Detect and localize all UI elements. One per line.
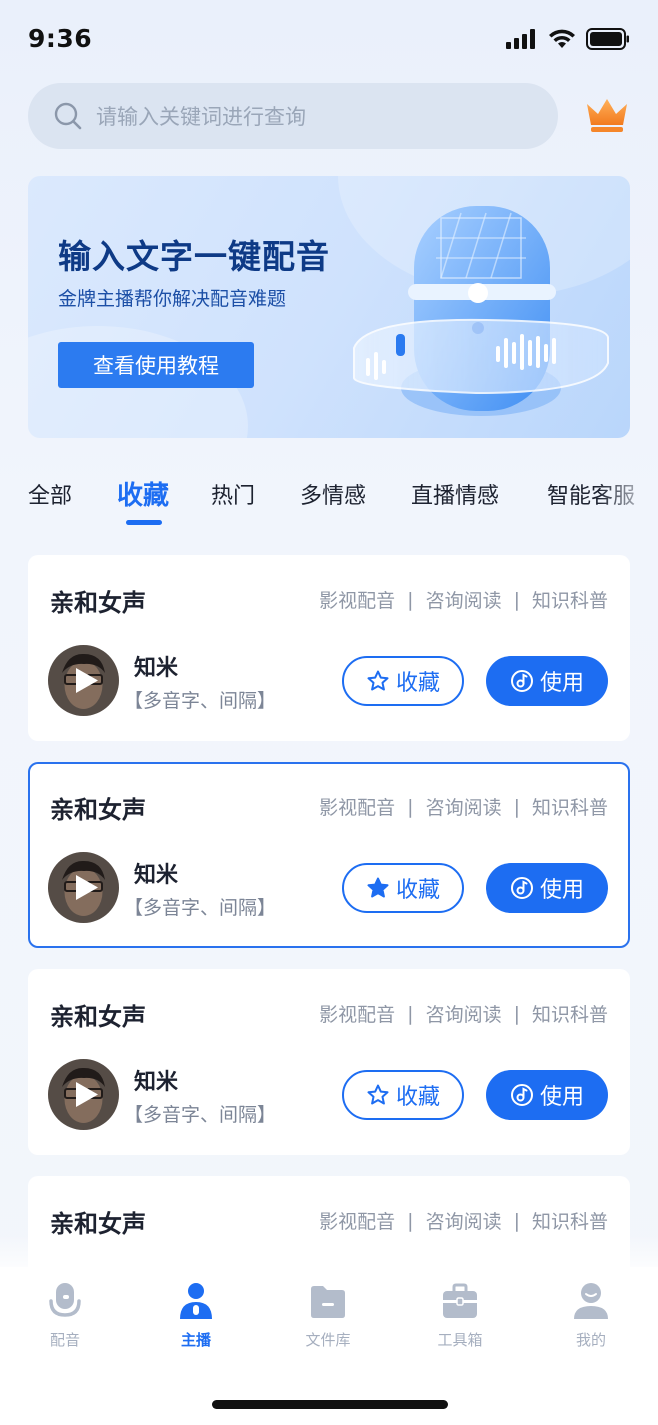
card-tag: 影视配音	[319, 1004, 396, 1026]
card-tags: 影视配音 | 咨询阅读 | 知识科普	[319, 793, 608, 820]
microphone-icon	[49, 1283, 81, 1317]
wifi-icon	[549, 29, 575, 48]
favorite-label: 收藏	[395, 671, 440, 696]
music-note-icon	[510, 877, 533, 899]
home-indicator[interactable]	[212, 1400, 448, 1409]
card-title: 亲和女声	[50, 796, 146, 824]
use-label: 使用	[539, 878, 584, 903]
signal-icon	[506, 29, 535, 49]
card-tag: 影视配音	[319, 797, 396, 819]
search-bar[interactable]: 请输入关键词进行查询	[28, 83, 558, 149]
music-note-icon	[510, 670, 533, 692]
nav-files[interactable]: 文件库	[278, 1281, 378, 1350]
status-time: 9:36	[28, 24, 93, 53]
voice-card-selected[interactable]: 亲和女声 影视配音 | 咨询阅读 | 知识科普 知米 【多音字、间隔】 收藏 使用	[28, 762, 630, 948]
tabs-fade	[598, 478, 658, 538]
toolbox-icon	[443, 1283, 477, 1318]
favorite-button[interactable]: 收藏	[342, 1070, 464, 1120]
nav-label: 文件库	[305, 1331, 351, 1349]
vip-crown-icon[interactable]	[584, 96, 630, 138]
favorite-label: 收藏	[395, 1085, 440, 1110]
tab-active-indicator	[126, 520, 162, 525]
use-button[interactable]: 使用	[486, 656, 608, 706]
card-tag: 知识科普	[531, 590, 608, 612]
category-tabs: 全部 收藏 热门 多情感 直播情感 智能客服	[0, 478, 658, 538]
nav-anchor[interactable]: 主播	[146, 1281, 246, 1350]
nav-profile[interactable]: 我的	[541, 1281, 641, 1350]
star-outline-icon	[367, 1084, 389, 1105]
favorite-button[interactable]: 收藏	[342, 863, 464, 913]
music-note-icon	[510, 1084, 533, 1106]
avatar-play-button[interactable]	[48, 645, 119, 716]
card-title: 亲和女声	[50, 1210, 146, 1238]
nav-label: 工具箱	[437, 1331, 483, 1349]
voice-name: 知米	[134, 1070, 179, 1095]
folder-icon	[311, 1286, 345, 1318]
voice-description: 【多音字、间隔】	[124, 690, 277, 712]
voice-name: 知米	[134, 863, 179, 888]
card-tag: 咨询阅读	[425, 590, 502, 612]
card-tag: 咨询阅读	[425, 797, 502, 819]
search-placeholder: 请输入关键词进行查询	[96, 105, 306, 129]
voice-name: 知米	[134, 656, 179, 681]
card-tags: 影视配音 | 咨询阅读 | 知识科普	[319, 1207, 608, 1234]
card-tag: 知识科普	[531, 797, 608, 819]
nav-label: 我的	[575, 1331, 606, 1349]
voice-card[interactable]: 亲和女声 影视配音 | 咨询阅读 | 知识科普 知米 【多音字、间隔】 收藏 使用	[28, 969, 630, 1155]
star-outline-icon	[367, 670, 389, 691]
search-icon	[54, 102, 82, 130]
use-label: 使用	[539, 1085, 584, 1110]
card-tag: 知识科普	[531, 1004, 608, 1026]
status-icons	[506, 28, 630, 50]
card-tag: 影视配音	[319, 590, 396, 612]
tab-all[interactable]: 全部	[28, 478, 72, 510]
card-tag: 影视配音	[319, 1211, 396, 1233]
person-icon	[180, 1283, 212, 1319]
tab-popular[interactable]: 热门	[211, 478, 255, 510]
voice-card[interactable]: 亲和女声 影视配音 | 咨询阅读 | 知识科普 知米 【多音字、间隔】 收藏 使用	[28, 555, 630, 741]
card-tag: 咨询阅读	[425, 1211, 502, 1233]
banner-subtitle: 金牌主播帮你解决配音难题	[58, 288, 287, 310]
use-button[interactable]: 使用	[486, 1070, 608, 1120]
banner-title: 输入文字一键配音	[58, 237, 330, 276]
use-button[interactable]: 使用	[486, 863, 608, 913]
card-tag: 咨询阅读	[425, 1004, 502, 1026]
tutorial-button[interactable]: 查看使用教程	[58, 342, 254, 388]
card-tags: 影视配音 | 咨询阅读 | 知识科普	[319, 586, 608, 613]
card-title: 亲和女声	[50, 1003, 146, 1031]
microphone-illustration-icon	[353, 206, 609, 416]
tab-favorites[interactable]: 收藏	[117, 478, 169, 512]
promo-banner[interactable]: 输入文字一键配音 金牌主播帮你解决配音难题 查看使用教程	[28, 176, 630, 438]
use-label: 使用	[539, 671, 584, 696]
card-title: 亲和女声	[50, 589, 146, 617]
favorite-button[interactable]: 收藏	[342, 656, 464, 706]
tab-multi-emotion[interactable]: 多情感	[300, 478, 366, 510]
tab-live-emotion[interactable]: 直播情感	[411, 478, 499, 510]
avatar-play-button[interactable]	[48, 852, 119, 923]
voice-description: 【多音字、间隔】	[124, 1104, 277, 1126]
star-filled-icon	[367, 877, 389, 898]
favorite-label: 收藏	[395, 878, 440, 903]
nav-label: 配音	[49, 1331, 80, 1349]
card-tag: 知识科普	[531, 1211, 608, 1233]
nav-dubbing[interactable]: 配音	[15, 1281, 115, 1350]
battery-icon	[586, 28, 629, 50]
voice-description: 【多音字、间隔】	[124, 897, 277, 919]
nav-toolbox[interactable]: 工具箱	[410, 1281, 510, 1350]
card-tags: 影视配音 | 咨询阅读 | 知识科普	[319, 1000, 608, 1027]
avatar-play-button[interactable]	[48, 1059, 119, 1130]
nav-label: 主播	[180, 1331, 211, 1349]
profile-icon	[574, 1283, 608, 1319]
